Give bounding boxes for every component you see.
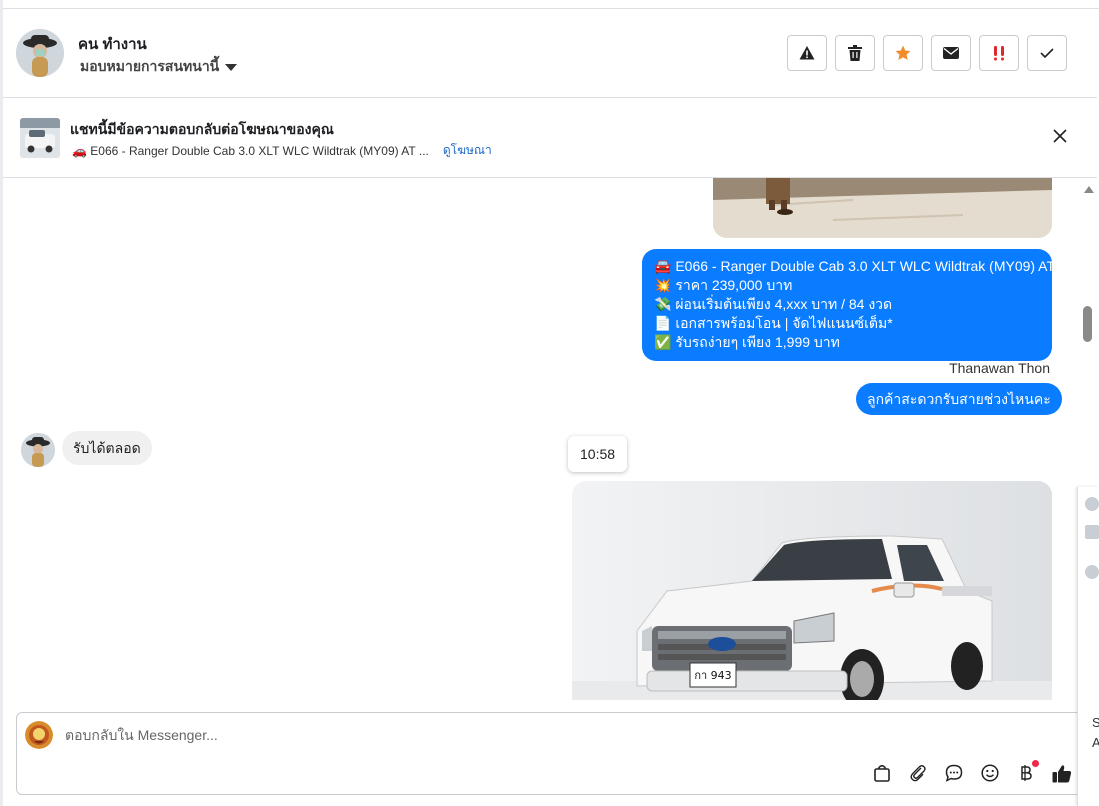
- star-icon: [895, 45, 911, 60]
- outgoing-message[interactable]: ลูกค้าสะดวกรับสายช่วงไหนคะ: [856, 383, 1062, 415]
- star-button[interactable]: [883, 35, 923, 71]
- emoji-button[interactable]: [979, 762, 1001, 784]
- important-button[interactable]: [979, 35, 1019, 71]
- listing-line: 📄 เอกสารพร้อมโอน | จัดไฟแนนซ์เต็ม*: [654, 315, 893, 331]
- messenger-conversation: คน ทำงาน มอบหมายการสนทนานี้ แชทนี้มีข้อค…: [0, 0, 1099, 806]
- contact-avatar-small[interactable]: [21, 433, 55, 467]
- header-actions: [787, 35, 1067, 71]
- attachment-image-car[interactable]: กา 943: [572, 481, 1052, 700]
- conversation-avatar[interactable]: [1085, 497, 1099, 511]
- listing-line: 💸 ผ่อนเริ่มต้นเพียง 4,xxx บาท / 84 งวด: [654, 296, 893, 312]
- shopping-bag-icon: [874, 764, 890, 782]
- timestamp-tooltip: 10:58: [568, 436, 628, 472]
- incoming-message[interactable]: รับได้ตลอด: [62, 431, 152, 465]
- panel-letter: S: [1092, 715, 1099, 730]
- mail-icon: [943, 47, 959, 59]
- close-icon: [1053, 129, 1067, 143]
- caret-down-icon: [225, 63, 238, 71]
- payment-button[interactable]: [1015, 760, 1039, 784]
- warning-icon: [799, 46, 815, 60]
- listing-line: 💥 ราคา 239,000 บาท: [654, 277, 793, 293]
- listing-line: 🚘 E066 - Ranger Double Cab 3.0 XLT WLC W…: [654, 258, 1056, 274]
- conversation-avatar[interactable]: [1085, 565, 1099, 579]
- mark-done-button[interactable]: [1027, 35, 1067, 71]
- trash-icon: [848, 45, 862, 61]
- close-banner-button[interactable]: [1051, 127, 1069, 145]
- assign-label: มอบหมายการสนทนานี้: [80, 58, 220, 74]
- saved-replies-button[interactable]: [943, 762, 965, 784]
- license-plate-text: กา 943: [694, 669, 731, 682]
- assign-conversation-dropdown[interactable]: มอบหมายการสนทนานี้: [80, 56, 238, 78]
- my-page-avatar: [25, 721, 53, 749]
- contact-avatar[interactable]: [16, 29, 64, 77]
- thumbs-up-icon: [1052, 764, 1072, 782]
- panel-letter: A: [1092, 735, 1099, 750]
- report-button[interactable]: [787, 35, 827, 71]
- message-composer: [16, 712, 1088, 795]
- view-ad-link[interactable]: ดูโฆษณา: [443, 141, 492, 160]
- top-divider: [0, 0, 1099, 9]
- scrollbar-thumb[interactable]: [1083, 306, 1092, 342]
- composer-tools: [871, 760, 1073, 784]
- check-icon: [1040, 48, 1054, 58]
- like-button[interactable]: [1051, 762, 1073, 784]
- contact-name[interactable]: คน ทำงาน: [78, 32, 147, 56]
- smiley-icon: [981, 764, 999, 782]
- paperclip-icon: [910, 765, 926, 782]
- conversation-header: คน ทำงาน มอบหมายการสนทนานี้: [3, 10, 1097, 98]
- right-side-panel: S A: [1077, 487, 1099, 806]
- attach-button[interactable]: [907, 762, 929, 784]
- listing-line: ✅ รับรถง่ายๆ เพียง 1,999 บาท: [654, 334, 840, 350]
- delete-button[interactable]: [835, 35, 875, 71]
- chat-bubble-icon: [945, 764, 963, 782]
- message-thread[interactable]: 🚘 E066 - Ranger Double Cab 3.0 XLT WLC W…: [3, 178, 1081, 700]
- important-icon: [994, 46, 1004, 61]
- mark-unread-button[interactable]: [931, 35, 971, 71]
- shopping-bag-button[interactable]: [871, 762, 893, 784]
- outgoing-message-listing[interactable]: 🚘 E066 - Ranger Double Cab 3.0 XLT WLC W…: [642, 249, 1056, 361]
- ad-thumbnail[interactable]: [20, 118, 60, 158]
- scroll-up-arrow-icon[interactable]: [1084, 186, 1094, 193]
- conversation-ad-thumb[interactable]: [1085, 525, 1099, 539]
- attachment-image-previous[interactable]: [713, 178, 1052, 238]
- reply-input[interactable]: [65, 727, 965, 743]
- notification-dot: [1032, 760, 1039, 767]
- sender-name: Thanawan Thon: [949, 360, 1050, 376]
- baht-icon: [1021, 765, 1032, 781]
- ad-banner-title: แชทนี้มีข้อความตอบกลับต่อโฆษณาของคุณ: [70, 121, 334, 137]
- ad-reply-banner: แชทนี้มีข้อความตอบกลับต่อโฆษณาของคุณ 🚗 E…: [3, 99, 1097, 178]
- ad-text: 🚗 E066 - Ranger Double Cab 3.0 XLT WLC W…: [72, 143, 429, 158]
- ad-banner-subline: 🚗 E066 - Ranger Double Cab 3.0 XLT WLC W…: [72, 141, 492, 160]
